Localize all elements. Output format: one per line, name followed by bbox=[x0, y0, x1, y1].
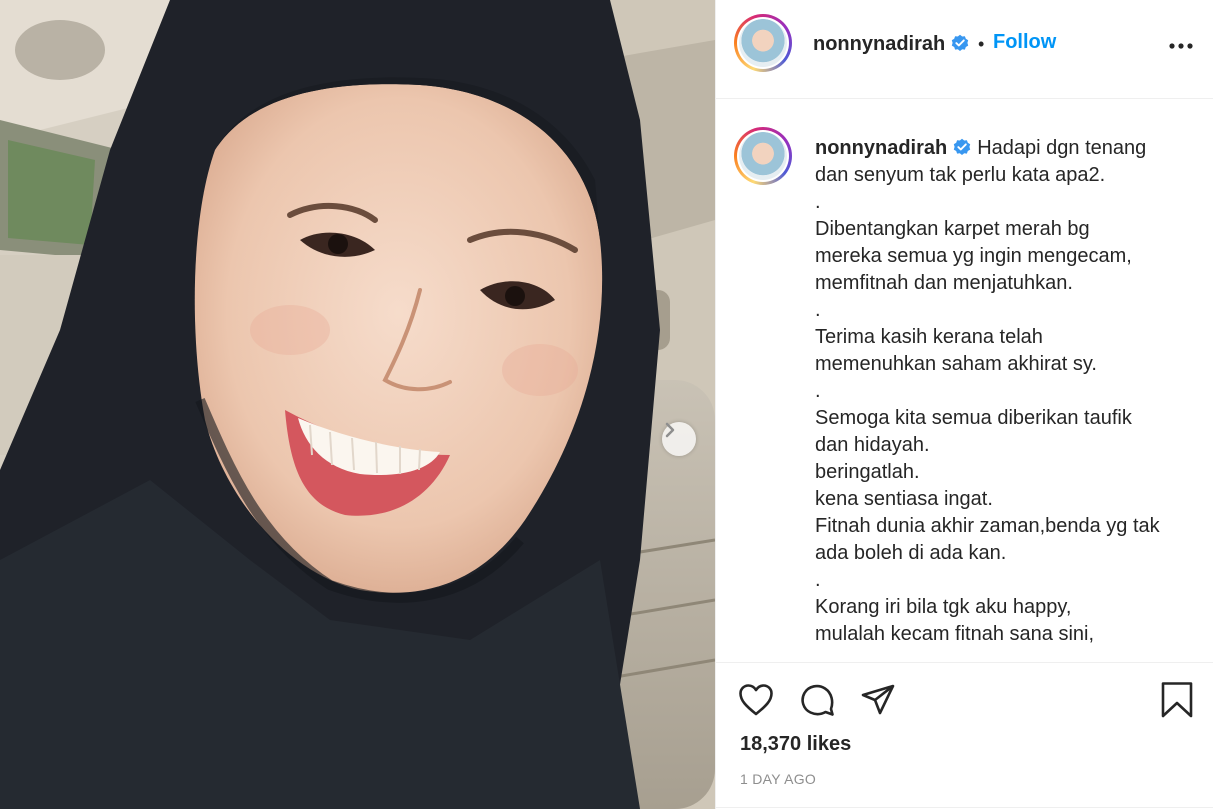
author-avatar[interactable] bbox=[734, 14, 792, 72]
caption-author-username[interactable]: nonnynadirah bbox=[815, 137, 947, 159]
more-options-icon[interactable] bbox=[1168, 36, 1194, 56]
caption-line: Dibentangkan karpet merah bg bbox=[815, 218, 1090, 240]
caption-line: Semoga kita semua diberikan taufik bbox=[815, 407, 1132, 429]
caption-line: . bbox=[815, 191, 821, 213]
caption-line: memfitnah dan menjatuhkan. bbox=[815, 272, 1073, 294]
comments-area[interactable]: nonnynadirah Hadapi dgn tenang dan senyum… bbox=[716, 99, 1213, 662]
next-photo-button[interactable] bbox=[662, 422, 696, 456]
comment-bubble-icon[interactable] bbox=[800, 683, 836, 717]
chevron-right-icon bbox=[665, 422, 675, 438]
post-timestamp[interactable]: 1 DAY AGO bbox=[740, 771, 816, 787]
caption-author-avatar[interactable] bbox=[734, 127, 792, 185]
likes-count[interactable]: 18,370 likes bbox=[740, 733, 851, 756]
caption-line: memenuhkan saham akhirat sy. bbox=[815, 353, 1097, 375]
verified-badge-icon bbox=[954, 138, 971, 155]
caption-line: . bbox=[815, 299, 821, 321]
caption-first-line: nonnynadirah Hadapi dgn tenang bbox=[815, 135, 1185, 162]
post-caption: nonnynadirah Hadapi dgn tenang dan senyum… bbox=[815, 135, 1185, 648]
caption-line: . bbox=[815, 380, 821, 402]
divider bbox=[716, 807, 1213, 808]
post-actions: 18,370 likes 1 DAY AGO bbox=[716, 662, 1213, 809]
caption-line: Korang iri bila tgk aku happy, bbox=[815, 596, 1072, 618]
post-header: nonnynadirah • Follow bbox=[716, 0, 1213, 99]
verified-badge-icon bbox=[952, 34, 969, 51]
caption-line: Hadapi dgn tenang bbox=[977, 137, 1147, 159]
follow-button[interactable]: Follow bbox=[993, 31, 1056, 54]
caption-line: dan senyum tak perlu kata apa2. bbox=[815, 164, 1106, 186]
caption-line: kena sentiasa ingat. bbox=[815, 488, 993, 510]
author-username[interactable]: nonnynadirah bbox=[813, 33, 945, 55]
caption-line: Terima kasih kerana telah bbox=[815, 326, 1043, 348]
caption-line: mulalah kecam fitnah sana sini, bbox=[815, 623, 1095, 645]
caption-line: mereka semua yg ingin mengecam, bbox=[815, 245, 1132, 267]
paper-plane-icon[interactable] bbox=[860, 683, 896, 717]
heart-icon[interactable] bbox=[738, 683, 774, 717]
caption-line: dan hidayah. bbox=[815, 434, 930, 456]
bookmark-icon[interactable] bbox=[1160, 681, 1194, 719]
caption-line: . bbox=[815, 569, 821, 591]
separator-dot: • bbox=[978, 34, 985, 54]
post-side-panel: nonnynadirah • Follow nonnynadirah Hadapi… bbox=[715, 0, 1213, 809]
caption-line: Fitnah dunia akhir zaman,benda yg tak bbox=[815, 515, 1160, 537]
post-photo[interactable] bbox=[0, 0, 715, 809]
selfie-illustration bbox=[0, 0, 715, 809]
caption-line: beringatlah. bbox=[815, 461, 920, 483]
author-username-row: nonnynadirah bbox=[813, 33, 969, 56]
caption-line: ada boleh di ada kan. bbox=[815, 542, 1007, 564]
